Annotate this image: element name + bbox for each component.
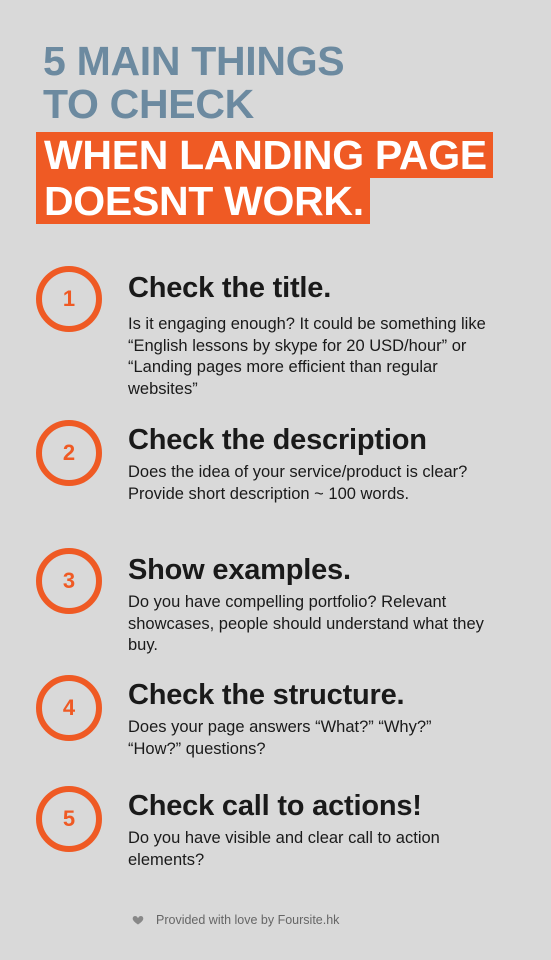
title-line-3: WHEN LANDING PAGE (36, 132, 493, 178)
title-line-4: DOESNT WORK. (36, 178, 370, 224)
number-circle: 2 (36, 420, 102, 486)
item-title: Show examples. (128, 554, 351, 586)
item-description: Is it engaging enough? It could be somet… (128, 315, 486, 398)
item-title: Check the title. (128, 272, 332, 304)
number-circle: 3 (36, 548, 102, 614)
footer-text: Provided with love by Foursite.hk (156, 913, 340, 927)
item-title: Check the description (128, 424, 427, 456)
item-description: Do you have visible and clear call to ac… (128, 829, 440, 869)
item-description: Do you have compelling portfolio? Releva… (128, 593, 484, 654)
number-circle: 1 (36, 266, 102, 332)
header: 5 MAIN THINGS TO CHECK (43, 40, 523, 126)
item-description: Does the idea of your service/product is… (128, 463, 468, 503)
item-description: Does your page answers “What?” “Why?” “H… (128, 718, 432, 758)
title-highlight-block: WHEN LANDING PAGE DOESNT WORK. (36, 132, 493, 224)
title-line-2: TO CHECK (43, 81, 254, 127)
footer-credit: Provided with love by Foursite.hk (132, 913, 339, 927)
heart-icon (132, 914, 144, 926)
item-title: Check the structure. (128, 679, 405, 711)
item-title: Check call to actions! (128, 790, 422, 822)
number-circle: 4 (36, 675, 102, 741)
title-line-1: 5 MAIN THINGS (43, 38, 345, 84)
number-circle: 5 (36, 786, 102, 852)
